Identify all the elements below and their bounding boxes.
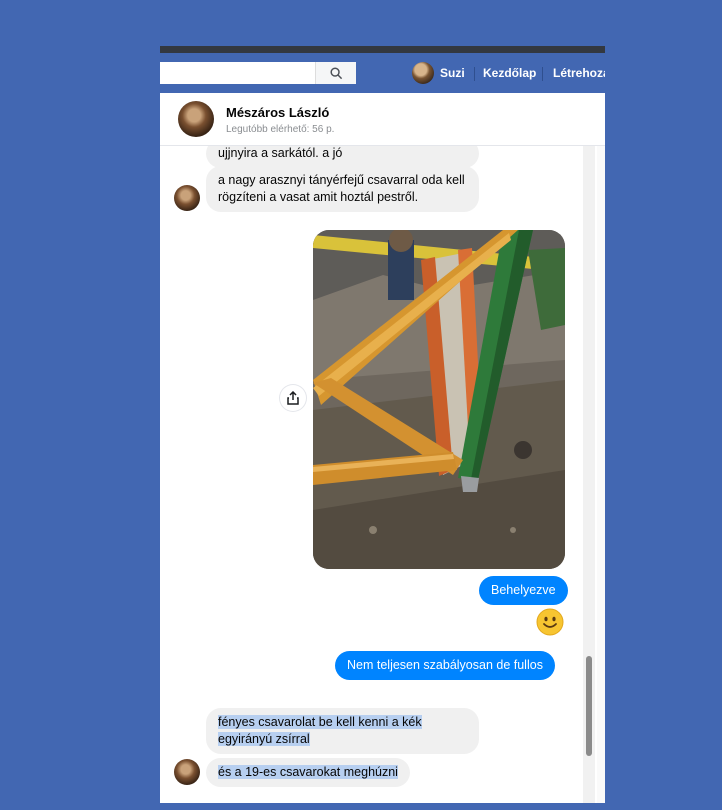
nav-separator	[474, 67, 475, 81]
message-list[interactable]: ujjnyira a sarkától. a jó a nagy araszny…	[160, 146, 595, 803]
share-button[interactable]	[280, 385, 306, 411]
home-link[interactable]: Kezdőlap	[483, 66, 536, 80]
side-panel-edge	[597, 146, 605, 803]
wooden-frame-photo	[313, 230, 565, 569]
contact-name[interactable]: Mészáros László	[226, 105, 329, 120]
message-text: fényes csavarolat be kell kenni a kék eg…	[218, 715, 422, 746]
incoming-message[interactable]: ujjnyira a sarkától. a jó	[206, 146, 479, 168]
search-button[interactable]	[315, 62, 356, 84]
incoming-message[interactable]: fényes csavarolat be kell kenni a kék eg…	[206, 708, 479, 754]
sender-avatar[interactable]	[174, 185, 200, 211]
incoming-message[interactable]: és a 19-es csavarokat meghúzni	[206, 758, 410, 787]
share-icon	[287, 391, 299, 405]
contact-avatar[interactable]	[178, 101, 214, 137]
conversation-header[interactable]: Mészáros László Legutóbb elérhető: 56 p.	[160, 93, 605, 146]
nav-separator	[542, 67, 543, 81]
incoming-message[interactable]: a nagy arasznyi tányérfejű csavarral oda…	[206, 166, 479, 212]
create-link[interactable]: Létrehozá	[553, 66, 605, 80]
top-navbar: Suzi Kezdőlap Létrehozá	[160, 53, 605, 93]
user-avatar	[412, 62, 434, 84]
outgoing-message[interactable]: Nem teljesen szabályosan de fullos	[335, 651, 555, 680]
user-name: Suzi	[440, 66, 465, 80]
outgoing-message[interactable]: Behelyezve	[479, 576, 568, 605]
scrollbar-thumb[interactable]	[586, 656, 592, 756]
message-text: Nem teljesen szabályosan de fullos	[347, 658, 543, 672]
contact-last-active: Legutóbb elérhető: 56 p.	[226, 124, 335, 135]
smiley-emoji-icon[interactable]	[536, 608, 564, 636]
messenger-window: Suzi Kezdőlap Létrehozá Mészáros László …	[160, 46, 605, 803]
sender-avatar[interactable]	[174, 759, 200, 785]
message-text: Behelyezve	[491, 583, 556, 597]
message-text: ujjnyira a sarkától. a jó	[218, 146, 343, 160]
profile-link[interactable]: Suzi	[412, 61, 465, 85]
message-text: a nagy arasznyi tányérfejű csavarral oda…	[218, 173, 465, 204]
photo-attachment[interactable]	[313, 230, 565, 569]
top-divider	[160, 46, 605, 53]
chat-scrollbar[interactable]	[583, 146, 595, 803]
message-text: és a 19-es csavarokat meghúzni	[218, 765, 398, 779]
search-box[interactable]	[160, 62, 356, 84]
search-input[interactable]	[166, 62, 320, 84]
search-icon	[329, 66, 342, 79]
